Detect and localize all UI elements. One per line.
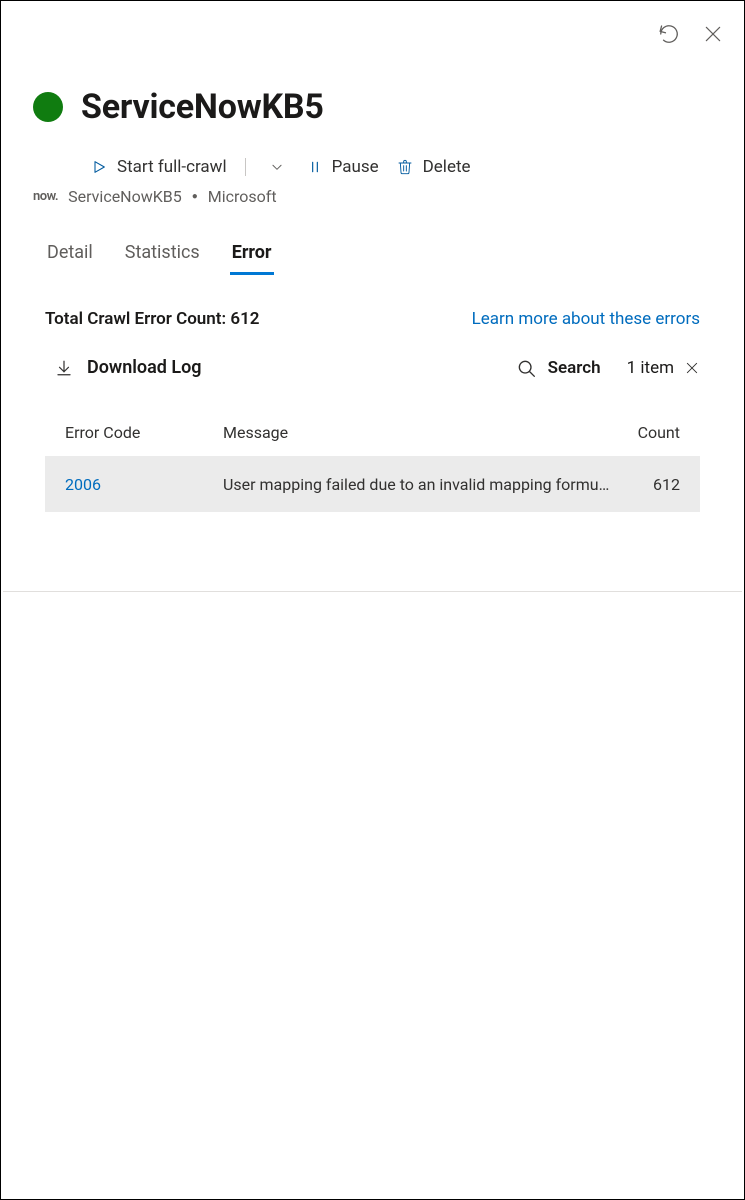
content-toolbar: Download Log Search 1 item bbox=[45, 329, 700, 408]
flyout-panel: ServiceNowKB5 Start full-crawl bbox=[0, 0, 745, 1200]
learn-more-link[interactable]: Learn more about these errors bbox=[472, 309, 700, 329]
item-count-label: 1 item bbox=[627, 358, 674, 378]
download-log-label: Download Log bbox=[87, 357, 202, 378]
status-indicator-icon bbox=[33, 92, 63, 122]
table-row[interactable]: 2006 User mapping failed due to an inval… bbox=[45, 456, 700, 512]
command-separator bbox=[245, 158, 246, 176]
delete-label: Delete bbox=[423, 157, 471, 177]
error-code-link[interactable]: 2006 bbox=[65, 475, 215, 494]
breadcrumb-separator-icon: ● bbox=[192, 191, 198, 202]
start-crawl-button[interactable]: Start full-crawl bbox=[91, 157, 227, 177]
close-icon[interactable] bbox=[702, 23, 724, 45]
command-bar: Start full-crawl Pause bbox=[33, 127, 700, 177]
clear-filter-icon[interactable] bbox=[684, 360, 700, 376]
download-icon bbox=[55, 359, 73, 377]
tab-detail[interactable]: Detail bbox=[45, 236, 95, 273]
breadcrumb: now. ServiceNowKB5 ● Microsoft bbox=[1, 177, 744, 206]
trash-icon bbox=[397, 158, 413, 176]
table-header-row: Error Code Message Count bbox=[45, 408, 700, 456]
play-icon bbox=[91, 159, 107, 175]
delete-button[interactable]: Delete bbox=[397, 157, 471, 177]
breadcrumb-item-tenant: Microsoft bbox=[208, 187, 277, 206]
total-error-count: Total Crawl Error Count: 612 bbox=[45, 309, 260, 329]
servicenow-logo: now. bbox=[33, 189, 58, 204]
search-icon bbox=[516, 358, 536, 378]
breadcrumb-item-connector: ServiceNowKB5 bbox=[68, 187, 182, 206]
content-divider bbox=[3, 591, 742, 592]
col-header-code[interactable]: Error Code bbox=[65, 423, 215, 442]
pause-button[interactable]: Pause bbox=[308, 157, 379, 177]
panel-top-controls bbox=[658, 23, 724, 45]
header: ServiceNowKB5 Start full-crawl bbox=[1, 1, 744, 177]
search-label: Search bbox=[548, 358, 601, 378]
pause-label: Pause bbox=[332, 157, 379, 177]
search-button[interactable]: Search bbox=[516, 358, 601, 378]
tab-strip: Detail Statistics Error bbox=[1, 206, 744, 273]
col-header-count[interactable]: Count bbox=[620, 423, 680, 442]
title-row: ServiceNowKB5 bbox=[33, 87, 700, 127]
download-log-button[interactable]: Download Log bbox=[55, 357, 202, 378]
error-message: User mapping failed due to an invalid ma… bbox=[223, 475, 612, 494]
tab-error[interactable]: Error bbox=[230, 236, 274, 273]
page-title: ServiceNowKB5 bbox=[81, 87, 324, 127]
right-tools: Search 1 item bbox=[516, 358, 700, 378]
tab-statistics[interactable]: Statistics bbox=[123, 236, 202, 273]
start-crawl-dropdown[interactable] bbox=[264, 160, 290, 174]
tab-content: Total Crawl Error Count: 612 Learn more … bbox=[1, 273, 744, 512]
item-count-chip: 1 item bbox=[627, 358, 700, 378]
refresh-icon[interactable] bbox=[658, 23, 680, 45]
col-header-message[interactable]: Message bbox=[223, 423, 612, 442]
pause-icon bbox=[308, 159, 322, 175]
start-crawl-label: Start full-crawl bbox=[117, 157, 227, 177]
error-count: 612 bbox=[620, 475, 680, 494]
summary-row: Total Crawl Error Count: 612 Learn more … bbox=[45, 309, 700, 329]
errors-table: Error Code Message Count 2006 User mappi… bbox=[1, 408, 744, 512]
